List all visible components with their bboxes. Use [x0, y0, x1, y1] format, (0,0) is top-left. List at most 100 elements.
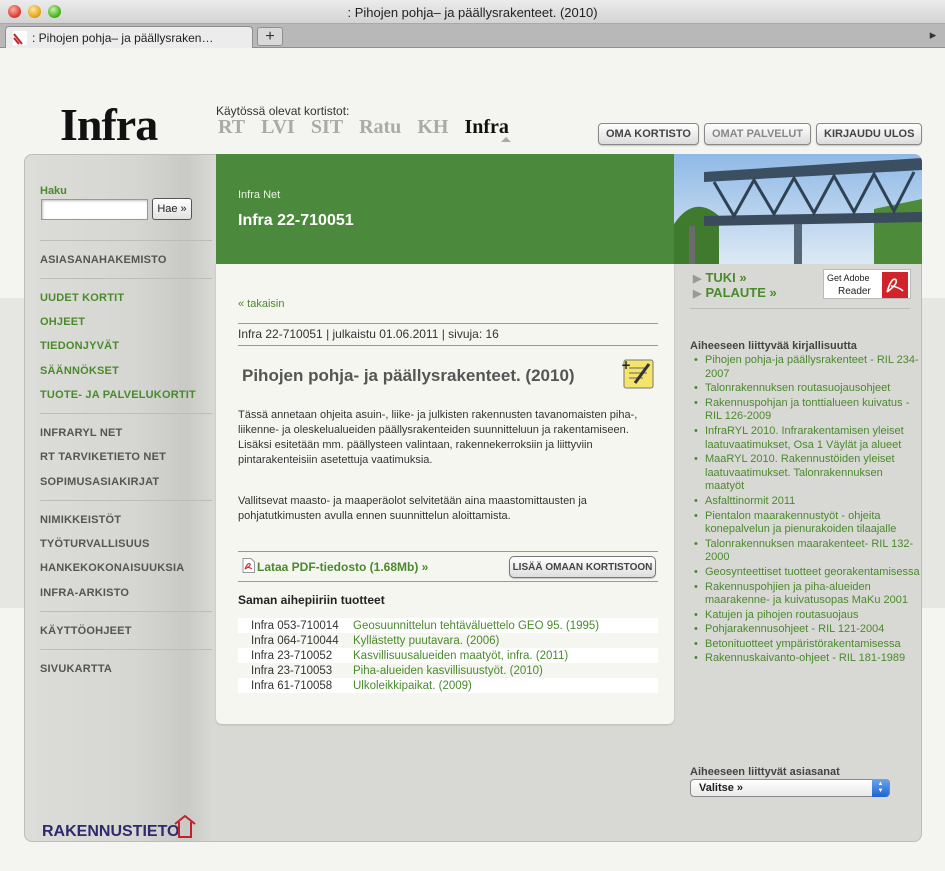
nav-tiedonjyvat[interactable]: TIEDONJYVÄT — [40, 340, 119, 352]
nav-hankekokonaisuuksia[interactable]: HANKEKOKONAISUUKSIA — [40, 562, 184, 574]
nav-sivukartta[interactable]: SIVUKARTTA — [40, 663, 112, 675]
related-link[interactable]: Ulkoleikkipaikat. (2009) — [350, 678, 658, 693]
tab-menu-icon[interactable]: ▸ — [925, 27, 941, 43]
support-label: TUKI » — [705, 270, 747, 285]
card-link-ratu[interactable]: Ratu — [359, 116, 401, 139]
nav-infraryl-net[interactable]: INFRARYL NET — [40, 427, 122, 439]
support-arrow-icon: ▶ — [693, 273, 702, 285]
download-pdf-link[interactable]: Lataa PDF-tiedosto (1.68Mb) » — [242, 558, 428, 574]
nav-kayttoohjeet[interactable]: KÄYTTÖOHJEET — [40, 625, 132, 637]
back-link[interactable]: « takaisin — [238, 298, 284, 310]
card-link-sit[interactable]: SIT — [311, 116, 343, 139]
page-title: Infra 22-710051 — [238, 212, 354, 229]
support-link[interactable]: ▶ TUKI » — [693, 270, 747, 285]
header-bridge-image — [674, 154, 922, 264]
list-item[interactable]: Pohjarakennusohjeet - RIL 121-2004 — [692, 623, 920, 637]
nav-ohjeet[interactable]: OHJEET — [40, 316, 85, 328]
search-button[interactable]: Hae » — [152, 198, 192, 220]
download-pdf-label: Lataa PDF-tiedosto (1.68Mb) » — [257, 560, 429, 574]
nav-nimikkeistot[interactable]: NIMIKKEISTÖT — [40, 514, 121, 526]
list-item[interactable]: Pientalon maarakennustyöt - ohjeita kone… — [692, 510, 920, 537]
list-item[interactable]: InfraRYL 2010. Infrarakentamisen yleiset… — [692, 425, 920, 452]
list-item[interactable]: Rakennuskaivanto-ohjeet - RIL 181-1989 — [692, 652, 920, 666]
nav-divider — [40, 240, 212, 241]
related-products-table: Infra 053-710014 Geosuunnittelun tehtävä… — [238, 618, 658, 693]
content-divider — [238, 345, 658, 346]
card-link-kh[interactable]: KH — [417, 116, 448, 139]
nav-saannokset[interactable]: SÄÄNNÖKSET — [40, 365, 119, 377]
add-note-icon[interactable]: + — [621, 358, 655, 390]
top-buttons: OMA KORTISTO OMAT PALVELUT KIRJAUDU ULOS — [598, 123, 923, 145]
list-item[interactable]: Rakennuspohjan ja tonttialueen kuivatus … — [692, 397, 920, 424]
feedback-link[interactable]: ▶ PALAUTE » — [693, 285, 777, 300]
feedback-arrow-icon: ▶ — [693, 288, 702, 300]
list-item[interactable]: MaaRYL 2010. Rakennustöiden yleiset laat… — [692, 453, 920, 494]
tab-bar: : Pihojen pohja– ja päällysraken… + ▸ — [0, 24, 945, 48]
my-services-button[interactable]: OMAT PALVELUT — [703, 123, 811, 145]
list-item[interactable]: Rakennuspohjien ja piha-alueiden maarake… — [692, 581, 920, 608]
my-cards-button[interactable]: OMA KORTISTO — [598, 123, 699, 145]
nav-uudet-kortit[interactable]: UUDET KORTIT — [40, 292, 124, 304]
table-row: Infra 61-710058 Ulkoleikkipaikat. (2009) — [238, 678, 658, 693]
adobe-reader-badge[interactable]: Get Adobe Reader — [823, 269, 911, 299]
search-label: Haku — [40, 185, 67, 197]
related-link[interactable]: Kyllästetty puutavara. (2006) — [350, 633, 658, 648]
right-divider — [690, 308, 910, 309]
nav-sopimusasiakirjat[interactable]: SOPIMUSASIAKIRJAT — [40, 476, 159, 488]
reader-text: Get Adobe — [827, 273, 870, 283]
nav-infra-arkisto[interactable]: INFRA-ARKISTO — [40, 587, 129, 599]
keywords-select[interactable]: Valitse » ▲ ▼ — [690, 779, 890, 797]
related-code: Infra 053-710014 — [238, 618, 350, 633]
related-code: Infra 23-710053 — [251, 664, 333, 677]
list-item[interactable]: Talonrakennuksen routasuojausohjeet — [692, 382, 920, 396]
list-item[interactable]: Asfalttinormit 2011 — [692, 495, 920, 509]
related-code: Infra 61-710058 — [238, 678, 350, 693]
window-title: : Pihojen pohja– ja päällysrakenteet. (2… — [347, 5, 598, 20]
content-divider — [238, 581, 658, 582]
literature-heading: Aiheeseen liittyvää kirjallisuutta — [690, 340, 857, 352]
nav-tyoturvallisuus[interactable]: TYÖTURVALLISUUS — [40, 538, 150, 550]
list-item[interactable]: Geosynteettiset tuotteet georakentamises… — [692, 566, 920, 580]
content-divider — [238, 323, 658, 324]
nav-rt-tarviketieto-net[interactable]: RT TARVIKETIETO NET — [40, 451, 166, 463]
related-link[interactable]: Geosuunnittelun tehtäväluettelo GEO 95. … — [350, 618, 658, 633]
related-link[interactable]: Piha-alueiden kasvillisuustyöt. (2010) — [350, 663, 658, 678]
related-code: Infra 23-710052 — [238, 648, 350, 663]
breadcrumb[interactable]: Infra Net — [238, 189, 280, 201]
list-item[interactable]: Pihojen pohja-ja päällysrakenteet - RIL … — [692, 354, 920, 381]
nav-tuote-ja-palvelukortit[interactable]: TUOTE- JA PALVELUKORTIT — [40, 389, 196, 401]
related-code: Infra 064-710044 — [251, 634, 339, 647]
keywords-heading: Aiheeseen liittyvät asiasanat — [690, 766, 840, 778]
card-link-lvi[interactable]: LVI — [261, 116, 295, 139]
table-row: Infra 23-710052 Kasvillisuusalueiden maa… — [238, 648, 658, 663]
page: Infra Käytössä olevat kortistot: RT LVI … — [0, 48, 945, 871]
related-link[interactable]: Kasvillisuusalueiden maatyöt, infra. (20… — [350, 648, 658, 663]
browser-tab[interactable]: : Pihojen pohja– ja päällysraken… — [5, 26, 253, 48]
nav-divider — [40, 649, 212, 650]
content-header — [216, 154, 674, 264]
logout-button[interactable]: KIRJAUDU ULOS — [816, 123, 923, 145]
svg-text:+: + — [621, 358, 631, 372]
card-link-infra[interactable]: Infra — [464, 116, 508, 139]
content-divider — [238, 551, 658, 552]
card-link-rt[interactable]: RT — [218, 116, 245, 139]
nav-divider — [40, 500, 212, 501]
rakennustieto-logo-roof-icon — [174, 814, 196, 838]
list-item[interactable]: Betonituotteet ympäristörakentamisessa — [692, 638, 920, 652]
infra-logo[interactable]: Infra — [60, 98, 158, 151]
nav-asiasanahakemisto[interactable]: ASIASANAHAKEMISTO — [40, 254, 167, 266]
select-arrows-icon: ▲ ▼ — [872, 779, 889, 797]
list-item[interactable]: Talonrakennuksen maarakenteet- RIL 132-2… — [692, 538, 920, 565]
search-input[interactable] — [41, 199, 148, 220]
rakennustieto-logo[interactable]: RAKENNUSTIETO — [42, 814, 202, 840]
list-item[interactable]: Katujen ja pihojen routasuojaus — [692, 609, 920, 623]
keywords-select-value: Valitse » — [699, 782, 744, 794]
nav-divider — [40, 611, 212, 612]
new-tab-button[interactable]: + — [257, 27, 283, 46]
site-favicon-icon — [13, 31, 27, 45]
add-to-my-cards-button[interactable]: LISÄÄ OMAAN KORTISTOON — [509, 556, 656, 578]
table-row: Infra 064-710044 Kyllästetty puutavara. … — [238, 633, 658, 648]
document-meta: Infra 22-710051 | julkaistu 01.06.2011 |… — [238, 327, 499, 341]
card-collections: RT LVI SIT Ratu KH Infra — [218, 116, 509, 139]
table-row: Infra 23-710053 Piha-alueiden kasvillisu… — [238, 663, 658, 678]
